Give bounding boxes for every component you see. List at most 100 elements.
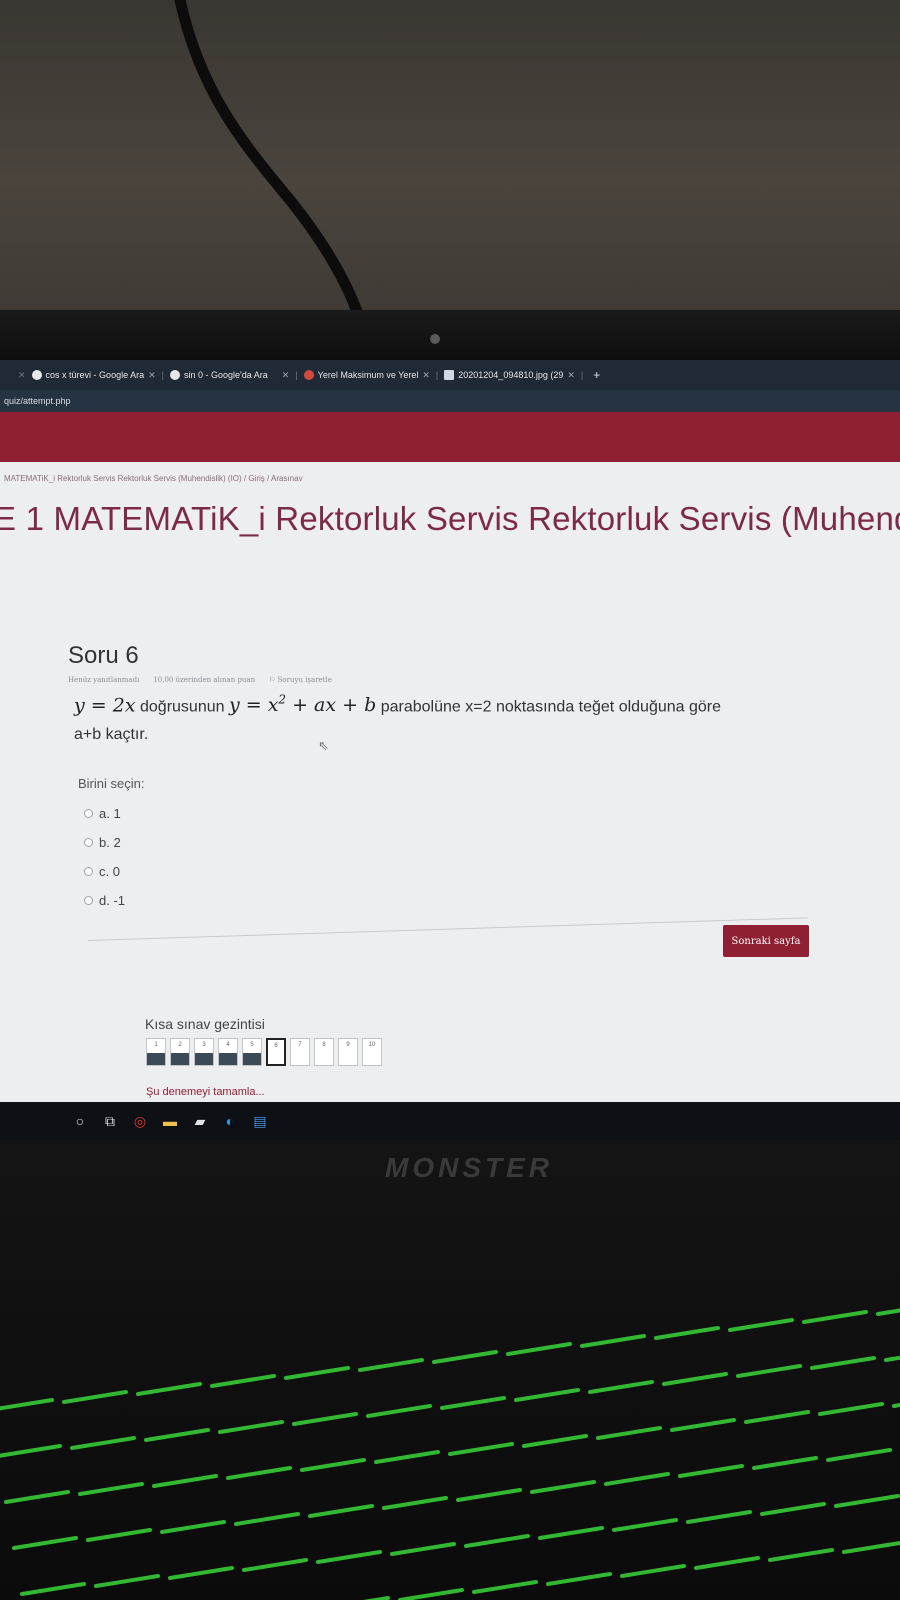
quiz-nav-cell[interactable]: 2 bbox=[170, 1038, 190, 1066]
keyboard-key-glow bbox=[382, 1496, 448, 1510]
quiz-nav-cell[interactable]: 4 bbox=[218, 1038, 238, 1066]
keyboard-key-glow bbox=[752, 1456, 818, 1470]
option-label: a. 1 bbox=[99, 806, 121, 821]
file-explorer-icon[interactable]: ▬ bbox=[162, 1113, 178, 1129]
new-tab-plus-icon[interactable]: + bbox=[593, 368, 600, 382]
keyboard-key-glow bbox=[358, 1358, 424, 1372]
site-header-bar bbox=[0, 412, 900, 462]
keyboard-key-glow bbox=[62, 1390, 128, 1404]
close-icon[interactable]: ✕ bbox=[18, 370, 26, 381]
math-parabola-equation: y = x2 + ax + b bbox=[228, 693, 376, 717]
question-marks: 10,00 üzerinden alınan puan bbox=[153, 676, 256, 684]
tab-label: cos x türevi - Google Ara bbox=[45, 370, 145, 380]
keyboard-key-glow bbox=[802, 1310, 868, 1324]
tab-sin-search[interactable]: sin 0 - Google'da Ara ✕ bbox=[169, 370, 290, 381]
keyboard-key-glow bbox=[546, 1572, 612, 1586]
page-content: MATEMATiK_i Rektorluk Servis Rektorluk S… bbox=[0, 462, 900, 1102]
keyboard-key-glow bbox=[12, 1536, 78, 1550]
option-d[interactable]: d. -1 bbox=[84, 886, 125, 915]
quiz-navigation-title: Kısa sınav gezintisi bbox=[145, 1016, 265, 1032]
keyboard-key-glow bbox=[760, 1502, 826, 1516]
edge-browser-icon[interactable]: ◐ bbox=[222, 1113, 238, 1129]
tab-bar: ✕ cos x türevi - Google Ara ✕ | sin 0 - … bbox=[0, 360, 900, 390]
keyboard-key-glow bbox=[234, 1512, 300, 1526]
keyboard-key-glow bbox=[440, 1396, 506, 1410]
keyboard-key-glow bbox=[884, 1355, 900, 1362]
taskbar: ○ ⧉ ◎ ▬ ▰ ◐ ▤ bbox=[0, 1102, 900, 1140]
keyboard-key-glow bbox=[506, 1342, 572, 1356]
keyboard-key-glow bbox=[826, 1448, 892, 1462]
keyboard-key-glow bbox=[744, 1410, 810, 1424]
tab-label: 20201204_094810.jpg (29 bbox=[458, 370, 564, 380]
keyboard-key-glow bbox=[654, 1326, 720, 1340]
math-line-equation: y = 2x bbox=[74, 694, 136, 717]
quiz-navigation-grid: 1 2 3 4 5 6 7 8 9 10 bbox=[146, 1038, 382, 1066]
next-page-button[interactable]: Sonraki sayfa bbox=[723, 925, 809, 957]
divider bbox=[87, 917, 808, 941]
quiz-nav-cell[interactable]: 8 bbox=[314, 1038, 334, 1066]
math-parabola-base: y = x bbox=[228, 694, 279, 717]
radio-button[interactable] bbox=[84, 809, 93, 818]
option-label: d. -1 bbox=[99, 893, 126, 908]
close-icon[interactable]: ✕ bbox=[272, 370, 290, 381]
search-circle-icon[interactable]: ○ bbox=[72, 1113, 88, 1129]
document-icon bbox=[444, 370, 455, 380]
keyboard-key-glow bbox=[226, 1466, 292, 1480]
page-title: E 1 MATEMATiK_i Rektorluk Servis Rektorl… bbox=[0, 500, 900, 537]
option-c[interactable]: c. 0 bbox=[84, 857, 125, 886]
keyboard-key-glow bbox=[768, 1548, 834, 1562]
option-a[interactable]: a. 1 bbox=[84, 799, 125, 828]
close-icon[interactable]: ✕ bbox=[422, 370, 430, 381]
address-bar[interactable]: quiz/attempt.php bbox=[0, 390, 900, 412]
close-icon[interactable]: ✕ bbox=[567, 370, 575, 381]
task-view-icon[interactable]: ⧉ bbox=[102, 1113, 118, 1130]
keyboard-key-glow bbox=[284, 1366, 350, 1380]
quiz-nav-cell[interactable]: 5 bbox=[242, 1038, 262, 1066]
keyboard-key-glow bbox=[0, 1398, 54, 1411]
math-exponent: 2 bbox=[278, 693, 287, 707]
quiz-nav-cell[interactable]: 6 bbox=[266, 1038, 286, 1066]
mouse-cursor-icon: ⇖ bbox=[318, 738, 329, 753]
keyboard-key-glow bbox=[842, 1540, 900, 1554]
radio-button[interactable] bbox=[84, 896, 93, 905]
keyboard-key-glow bbox=[678, 1464, 744, 1478]
flag-question-link[interactable]: ⚐ Soruyu işaretle bbox=[269, 676, 332, 684]
opera-browser-icon[interactable]: ◎ bbox=[132, 1113, 148, 1130]
tab-local-maximum[interactable]: Yerel Maksimum ve Yerel ✕ bbox=[303, 370, 430, 381]
tab-label: sin 0 - Google'da Ara bbox=[183, 370, 268, 380]
flag-label: Soruyu işaretle bbox=[277, 676, 332, 684]
keyboard-key-glow bbox=[152, 1474, 218, 1488]
quiz-nav-cell[interactable]: 3 bbox=[194, 1038, 214, 1066]
quiz-nav-cell[interactable]: 9 bbox=[338, 1038, 358, 1066]
keyboard-key-glow bbox=[514, 1388, 580, 1402]
keyboard-key-glow bbox=[728, 1318, 794, 1332]
media-icon[interactable]: ▰ bbox=[192, 1113, 208, 1130]
quiz-nav-cell[interactable]: 10 bbox=[362, 1038, 382, 1066]
tab-image[interactable]: 20201204_094810.jpg (29 ✕ bbox=[444, 370, 575, 381]
option-b[interactable]: b. 2 bbox=[84, 828, 125, 857]
question-number: Soru 6 bbox=[68, 642, 139, 669]
keyboard-key-glow bbox=[522, 1434, 588, 1448]
keyboard-key-glow bbox=[596, 1426, 662, 1440]
finish-attempt-link[interactable]: Şu denemeyi tamamla... bbox=[146, 1086, 265, 1098]
question-text-part2: parabolüne x=2 noktasında teğet olduğuna… bbox=[380, 698, 722, 716]
tab-separator: | bbox=[435, 370, 439, 380]
keyboard-key-glow bbox=[366, 1404, 432, 1418]
close-icon[interactable]: ✕ bbox=[148, 370, 156, 381]
keyboard-key-glow bbox=[448, 1442, 514, 1456]
keyboard-key-glow bbox=[876, 1308, 900, 1316]
tab-label: Yerel Maksimum ve Yerel bbox=[317, 370, 419, 380]
cable bbox=[174, 0, 366, 326]
keyboard-key-glow bbox=[456, 1488, 522, 1502]
radio-button[interactable] bbox=[84, 867, 93, 876]
breadcrumb[interactable]: MATEMATiK_i Rektorluk Servis Rektorluk S… bbox=[4, 474, 303, 483]
keyboard-key-glow bbox=[242, 1558, 308, 1572]
mail-icon[interactable]: ▤ bbox=[252, 1113, 268, 1130]
quiz-nav-cell[interactable]: 1 bbox=[146, 1038, 166, 1066]
radio-button[interactable] bbox=[84, 838, 93, 847]
keyboard-key-glow bbox=[0, 1444, 62, 1458]
keyboard-key-glow bbox=[4, 1490, 70, 1504]
keyboard-key-glow bbox=[78, 1482, 144, 1496]
tab-cos-search[interactable]: cos x türevi - Google Ara ✕ bbox=[31, 370, 156, 381]
quiz-nav-cell[interactable]: 7 bbox=[290, 1038, 310, 1066]
